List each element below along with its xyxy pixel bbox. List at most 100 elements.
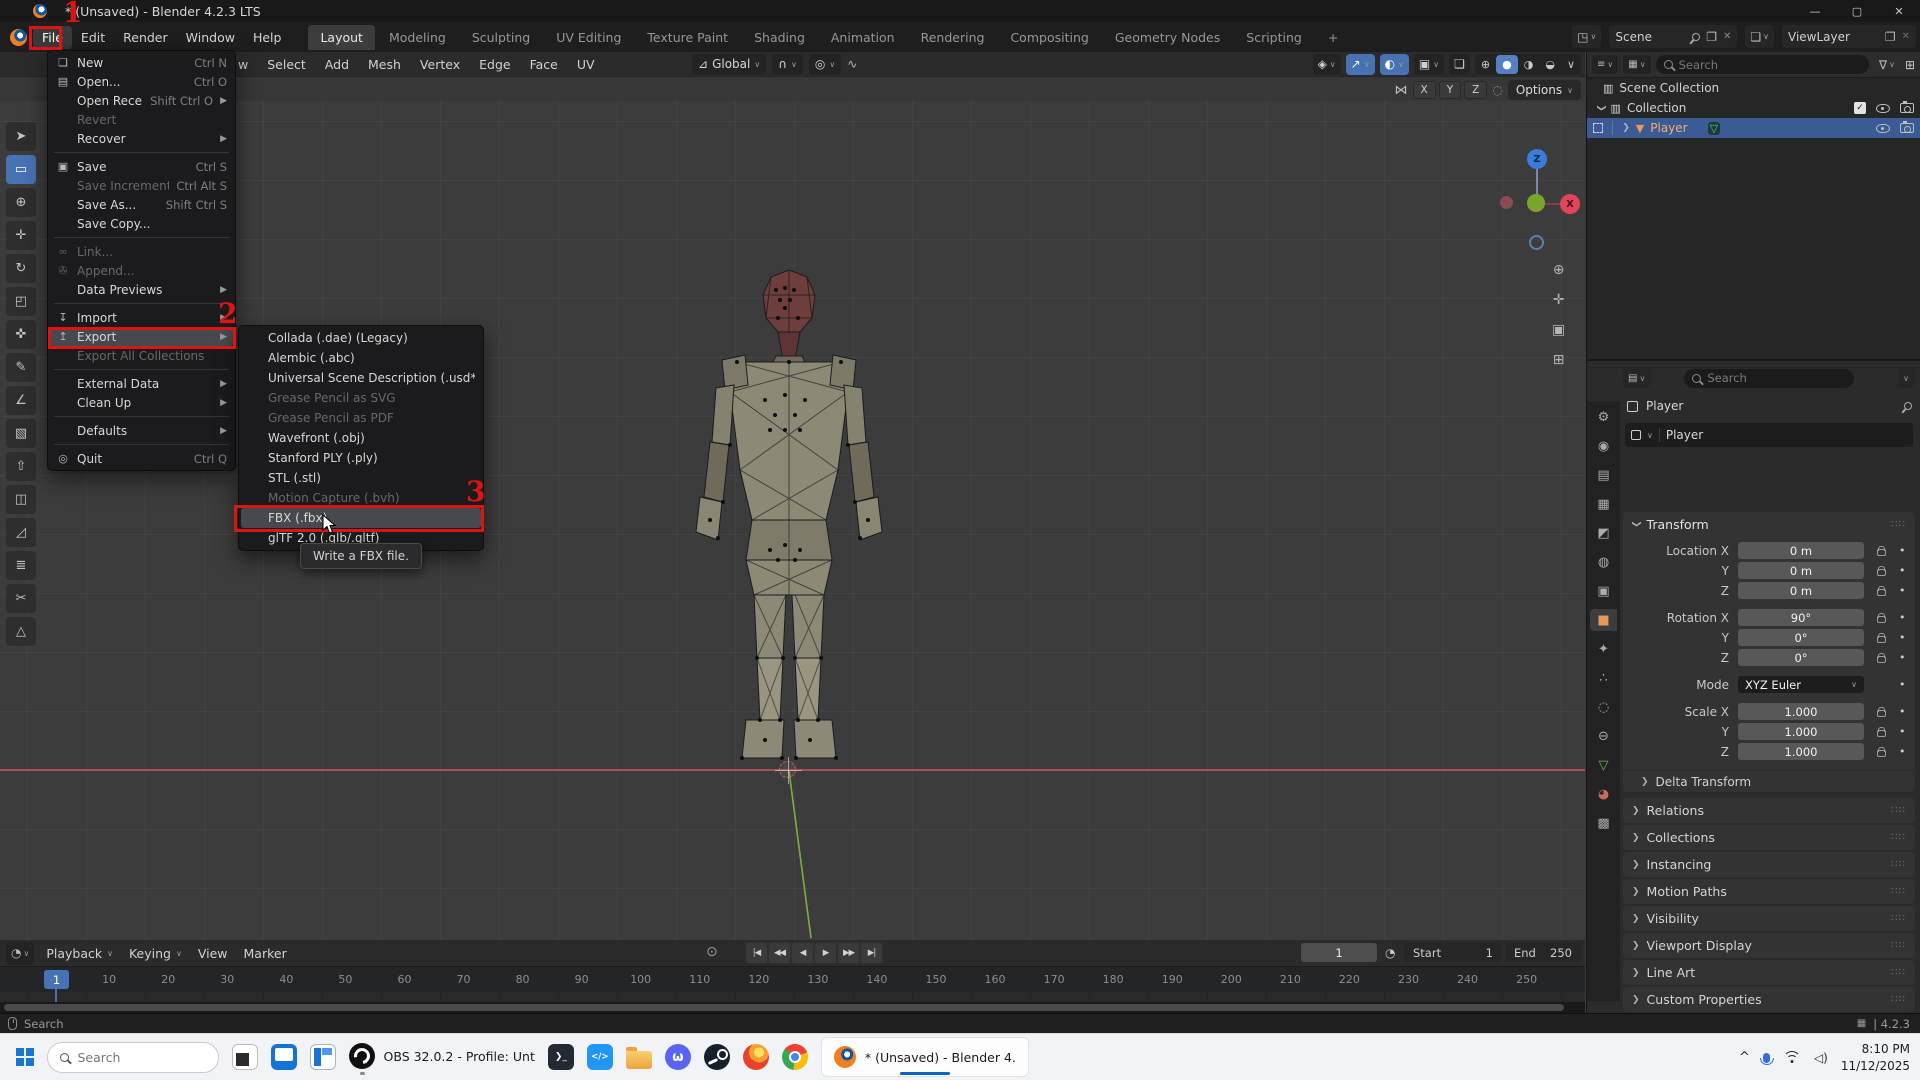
export-menu-item-alembic-abc[interactable]: Alembic (.abc) bbox=[239, 348, 483, 368]
lock-icon[interactable] bbox=[1877, 710, 1886, 717]
export-menu-item-universal-scene-description-usd[interactable]: Universal Scene Description (.usd*) bbox=[239, 368, 483, 388]
workspace-tab-shading[interactable]: Shading bbox=[742, 25, 817, 50]
obs-task-button[interactable]: OBS 32.0.2 - Profile: Unt bbox=[349, 1043, 535, 1071]
view-menu-partial[interactable]: w bbox=[238, 57, 248, 72]
menu-help[interactable]: Help bbox=[244, 26, 291, 49]
tab-render[interactable]: ◉ bbox=[1590, 435, 1617, 457]
workspace-tab-layout[interactable]: Layout bbox=[308, 25, 375, 50]
properties-search-input[interactable] bbox=[1707, 371, 1846, 385]
mirror-x-button[interactable]: X bbox=[1413, 81, 1436, 99]
shading-rendered[interactable]: ◒ bbox=[1539, 55, 1561, 74]
file-menu-item-open[interactable]: ▤Open...Ctrl O bbox=[48, 72, 235, 91]
visibility-dropdown[interactable]: ◈∨ bbox=[1313, 54, 1341, 75]
snap-toggle[interactable]: ◐∨ bbox=[1380, 54, 1409, 75]
hide-eye-icon[interactable] bbox=[1876, 103, 1890, 114]
blender-task-button[interactable]: * (Unsaved) - Blender 4. bbox=[821, 1037, 1029, 1077]
overlays-toggle[interactable]: ❏ bbox=[1449, 54, 1470, 75]
knife-tool[interactable]: ✂ bbox=[6, 584, 36, 613]
next-keyframe-button[interactable]: ▶▶ bbox=[838, 943, 859, 963]
outliner-search-input[interactable] bbox=[1679, 58, 1857, 72]
navigation-gizmo[interactable]: Z X bbox=[1496, 147, 1580, 257]
panel-relations[interactable]: ❯Relations bbox=[1623, 798, 1915, 823]
editor-type-dropdown[interactable]: ▤∨ bbox=[1623, 368, 1650, 388]
file-menu-item-save[interactable]: ▣SaveCtrl S bbox=[48, 157, 235, 176]
field-scale-x[interactable]: 1.000 bbox=[1738, 703, 1864, 720]
play-button[interactable]: ▶ bbox=[815, 943, 836, 963]
proportional-falloff-toggle[interactable]: ↗∨ bbox=[1346, 54, 1375, 75]
file-menu-item-save-as[interactable]: Save As...Shift Ctrl S bbox=[48, 195, 235, 214]
outliner-row-collection[interactable]: ❯ ▥ Collection ✓ bbox=[1587, 98, 1920, 118]
workspace-tab-scripting[interactable]: Scripting bbox=[1234, 25, 1314, 50]
workspace-tab-texture-paint[interactable]: Texture Paint bbox=[635, 25, 740, 50]
shading-material[interactable]: ◑ bbox=[1518, 55, 1540, 74]
panel-line-art[interactable]: ❯Line Art bbox=[1623, 960, 1915, 985]
delta-transform-header[interactable]: ❯ Delta Transform bbox=[1623, 770, 1915, 792]
tab-collection[interactable]: ▣ bbox=[1590, 580, 1617, 602]
animate-decorator[interactable]: • bbox=[1899, 564, 1906, 577]
disable-render-icon[interactable] bbox=[1900, 123, 1914, 133]
falloff-icon[interactable]: ∿ bbox=[847, 57, 857, 71]
prev-keyframe-button[interactable]: ◀◀ bbox=[769, 943, 790, 963]
tweak-tool[interactable]: ➤ bbox=[6, 122, 36, 151]
tab-particles[interactable]: ∴ bbox=[1590, 667, 1617, 689]
timeline-track-area[interactable] bbox=[0, 992, 1585, 1002]
stopwatch-icon[interactable]: ◔ bbox=[1385, 946, 1395, 960]
camera-view-icon[interactable]: ▣ bbox=[1552, 322, 1565, 338]
snap-dropdown[interactable]: ∩∨ bbox=[772, 54, 803, 75]
tab-tool[interactable]: ⚙ bbox=[1590, 406, 1617, 428]
animate-decorator[interactable]: • bbox=[1899, 544, 1906, 557]
orientation-dropdown[interactable]: ⊿ Global∨ bbox=[692, 54, 766, 75]
animate-decorator[interactable]: • bbox=[1899, 584, 1906, 597]
move-tool[interactable]: ✛ bbox=[6, 221, 36, 250]
frame-start-field[interactable]: Start 1 bbox=[1404, 943, 1502, 962]
extrude-tool[interactable]: ⇧ bbox=[6, 452, 36, 481]
gizmo-z-axis[interactable]: Z bbox=[1527, 149, 1547, 169]
shading-wireframe[interactable]: ⊕ bbox=[1475, 55, 1496, 74]
outliner-row-player[interactable]: │ ❯ ▼ Player ▽ bbox=[1587, 118, 1920, 138]
bevel-tool[interactable]: ◿ bbox=[6, 518, 36, 547]
window-layout-icon[interactable] bbox=[310, 1044, 336, 1070]
menu-render[interactable]: Render bbox=[114, 26, 177, 49]
timeline-ruler[interactable]: 1102030405060708090100110120130140150160… bbox=[0, 966, 1585, 992]
viewport-menu-vertex[interactable]: Vertex bbox=[420, 57, 460, 72]
panel-viewport-display[interactable]: ❯Viewport Display bbox=[1623, 933, 1915, 958]
animate-decorator[interactable]: • bbox=[1899, 651, 1906, 664]
file-explorer-icon[interactable] bbox=[626, 1051, 652, 1069]
lock-icon[interactable] bbox=[1877, 549, 1886, 556]
workspace-tab-item[interactable]: + bbox=[1316, 25, 1350, 50]
close-button[interactable]: ✕ bbox=[1878, 0, 1920, 22]
scale-tool[interactable]: ◰ bbox=[6, 287, 36, 316]
breadcrumb-object[interactable]: Player bbox=[1646, 399, 1683, 413]
expander-icon[interactable]: ❯ bbox=[1622, 123, 1630, 133]
tab-physics[interactable]: ◌ bbox=[1590, 696, 1617, 718]
display-mode-dropdown[interactable]: ≡∨ bbox=[1592, 55, 1618, 74]
annotate-tool[interactable]: ✎ bbox=[6, 353, 36, 382]
workspace-tab-compositing[interactable]: Compositing bbox=[998, 25, 1100, 50]
scene-selector[interactable]: Scene ❐ ✕ bbox=[1609, 25, 1737, 48]
workspace-tab-rendering[interactable]: Rendering bbox=[909, 25, 997, 50]
lock-icon[interactable] bbox=[1877, 656, 1886, 663]
jump-to-end-button[interactable]: ▶| bbox=[861, 943, 882, 963]
filter-id-dropdown[interactable]: ▦∨ bbox=[1623, 55, 1650, 74]
frame-end-field[interactable]: End 250 bbox=[1505, 943, 1581, 962]
play-reverse-button[interactable]: ◀ bbox=[792, 943, 813, 963]
mirror-z-button[interactable]: Z bbox=[1464, 81, 1487, 99]
rotate-tool[interactable]: ↻ bbox=[6, 254, 36, 283]
timeline-scrollbar[interactable] bbox=[0, 1002, 1585, 1013]
pan-hand-icon[interactable]: ✛ bbox=[1553, 292, 1565, 308]
object-name-field[interactable]: ∨ Player bbox=[1625, 423, 1913, 447]
ortho-grid-icon[interactable]: ⊞ bbox=[1553, 352, 1565, 368]
gizmo-x-negative[interactable] bbox=[1500, 196, 1513, 209]
tab-view-layer[interactable]: ▦ bbox=[1590, 493, 1617, 515]
properties-search[interactable] bbox=[1684, 369, 1854, 388]
timeline-menu-playback[interactable]: Playback∨ bbox=[38, 943, 121, 964]
proportional-edit-dropdown[interactable]: ◎∨ bbox=[809, 54, 841, 75]
panel-custom-properties[interactable]: ❯Custom Properties bbox=[1623, 987, 1915, 1012]
tab-data[interactable]: ▽ bbox=[1590, 754, 1617, 776]
lock-icon[interactable] bbox=[1877, 589, 1886, 596]
field-z[interactable]: 0 m bbox=[1738, 582, 1864, 599]
menu-window[interactable]: Window bbox=[177, 26, 244, 49]
export-menu-item-collada-dae-legacy[interactable]: Collada (.dae) (Legacy) bbox=[239, 328, 483, 348]
volume-icon[interactable]: ◁) bbox=[1814, 1051, 1828, 1065]
file-menu-item-recover[interactable]: Recover▶ bbox=[48, 129, 235, 148]
